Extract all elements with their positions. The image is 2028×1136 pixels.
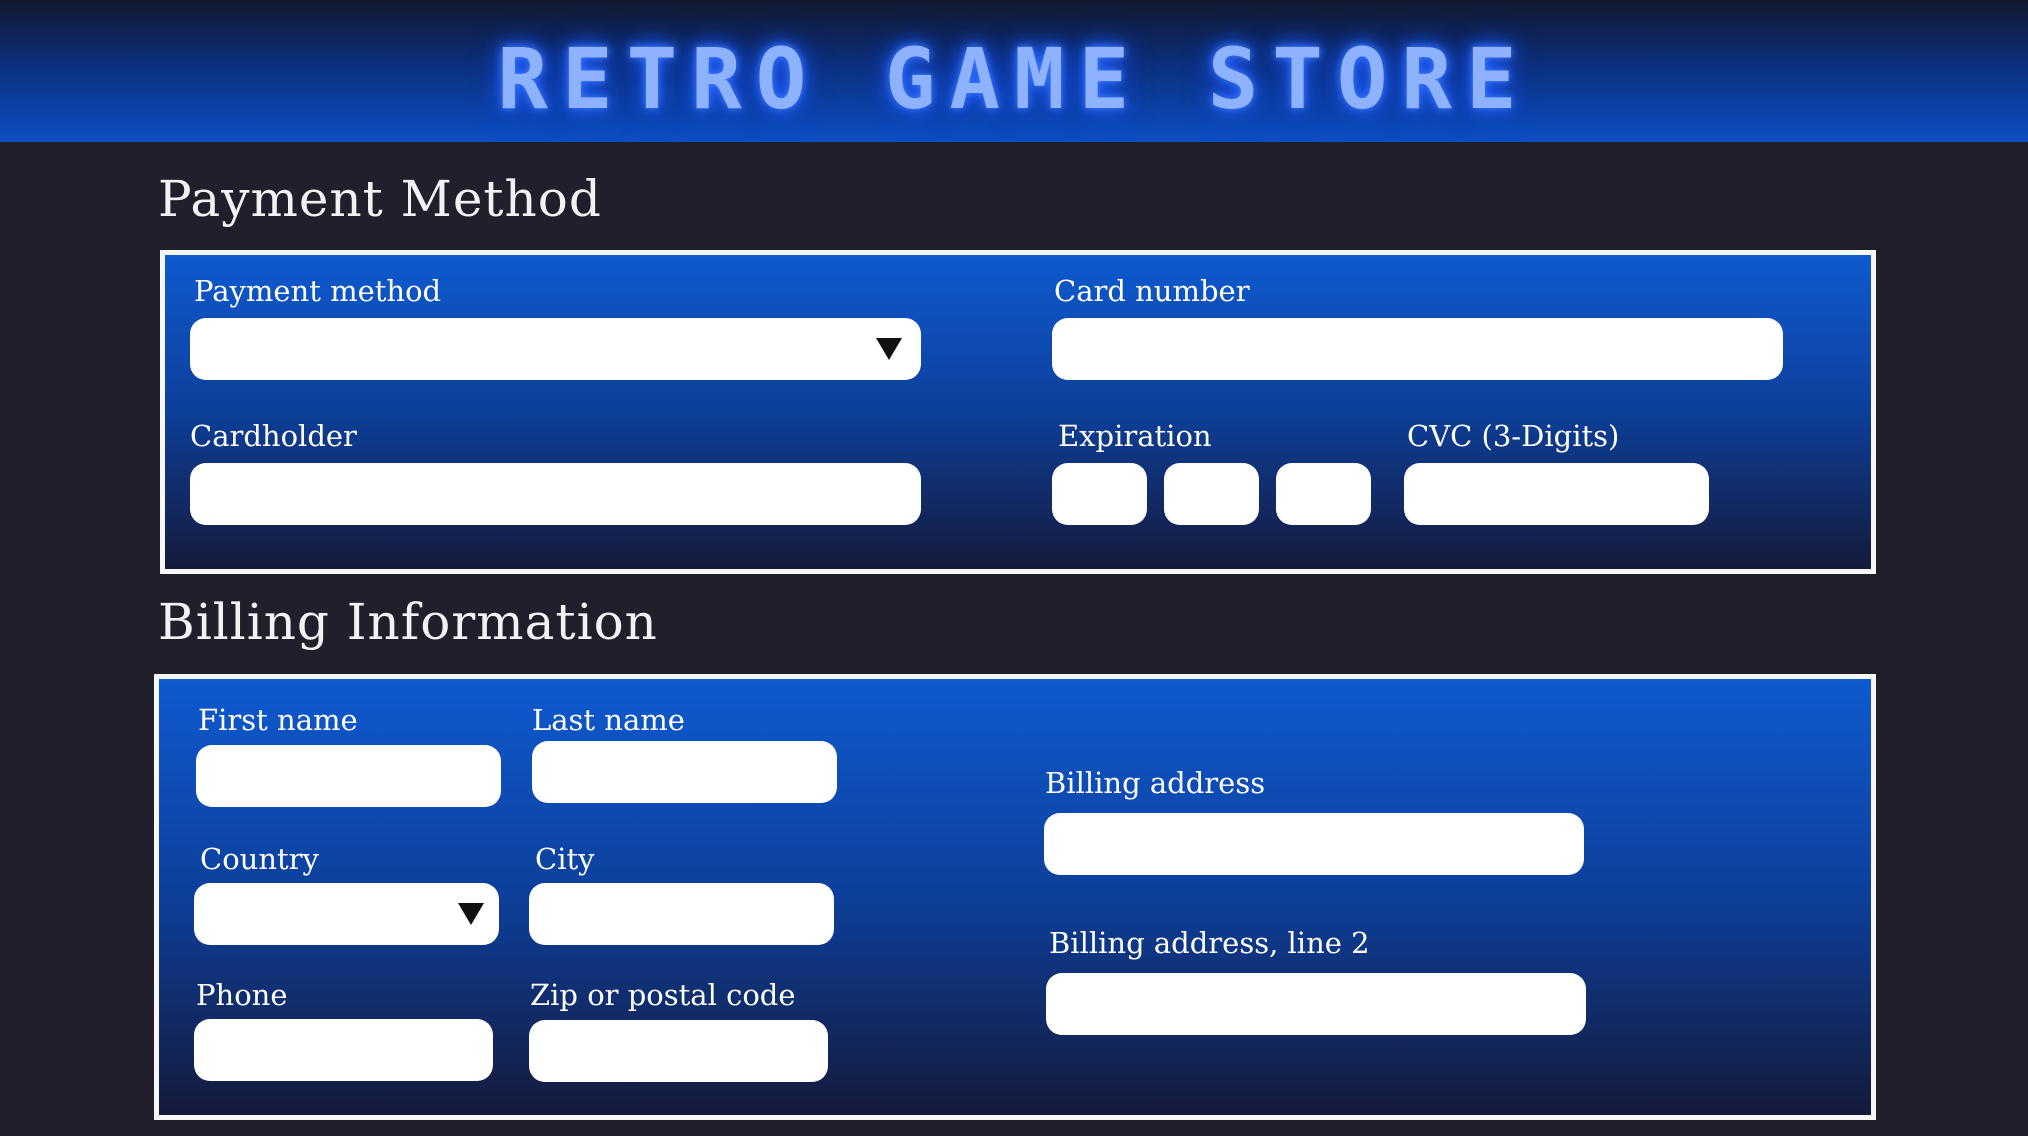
phone-input[interactable]: [194, 1019, 493, 1081]
cardholder-input[interactable]: [190, 463, 921, 525]
country-label: Country: [200, 842, 319, 876]
chevron-down-icon: [458, 903, 484, 925]
billing-address-label: Billing address: [1045, 766, 1266, 800]
store-logo-title: RETRO GAME STORE: [497, 30, 1531, 128]
payment-panel: Payment method Card number Cardholder Ex…: [160, 250, 1876, 574]
cvc-input[interactable]: [1404, 463, 1709, 525]
cvc-label: CVC (3-Digits): [1407, 419, 1620, 453]
city-input[interactable]: [529, 883, 834, 945]
billing-section-title: Billing Information: [158, 593, 658, 651]
expiration-day-input[interactable]: [1164, 463, 1259, 525]
zip-input[interactable]: [529, 1020, 828, 1082]
chevron-down-icon: [876, 338, 902, 360]
expiration-year-input[interactable]: [1276, 463, 1371, 525]
expiration-label: Expiration: [1058, 419, 1212, 453]
country-select[interactable]: [194, 883, 499, 945]
card-number-input[interactable]: [1052, 318, 1783, 380]
first-name-input[interactable]: [196, 745, 501, 807]
card-number-label: Card number: [1054, 274, 1250, 308]
payment-method-select[interactable]: [190, 318, 921, 380]
zip-label: Zip or postal code: [530, 978, 796, 1012]
last-name-label: Last name: [532, 703, 685, 737]
billing-panel: First name Last name Country City Phone …: [154, 674, 1876, 1120]
billing-address-input[interactable]: [1044, 813, 1584, 875]
cardholder-label: Cardholder: [190, 419, 357, 453]
app-header: RETRO GAME STORE: [0, 0, 2028, 142]
payment-method-label: Payment method: [194, 274, 442, 308]
last-name-input[interactable]: [532, 741, 837, 803]
payment-section-title: Payment Method: [158, 170, 602, 228]
billing-address-line2-input[interactable]: [1046, 973, 1586, 1035]
expiration-month-input[interactable]: [1052, 463, 1147, 525]
phone-label: Phone: [196, 978, 288, 1012]
first-name-label: First name: [198, 703, 358, 737]
billing-address-line2-label: Billing address, line 2: [1049, 926, 1370, 960]
city-label: City: [535, 842, 595, 876]
